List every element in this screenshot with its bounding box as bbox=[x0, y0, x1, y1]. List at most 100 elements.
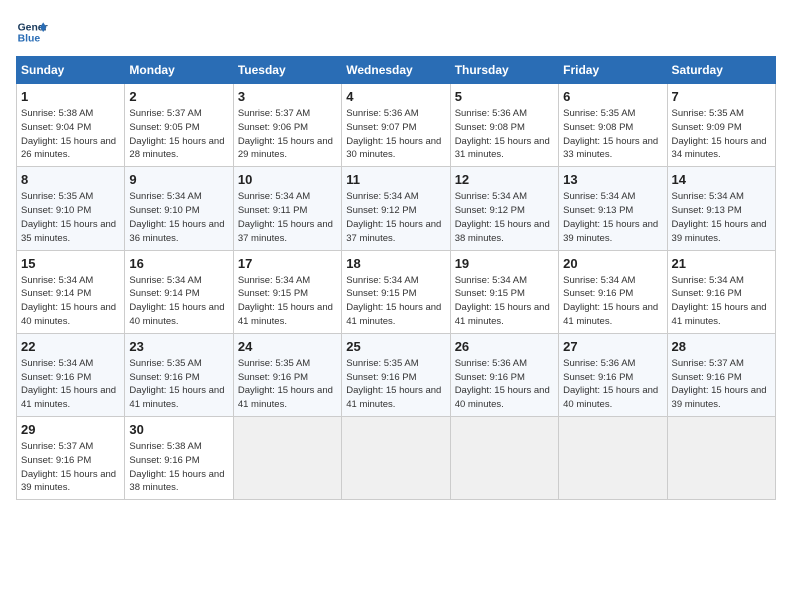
day-info: Sunrise: 5:35 AM Sunset: 9:08 PM Dayligh… bbox=[563, 107, 662, 162]
calendar-cell: 5Sunrise: 5:36 AM Sunset: 9:08 PM Daylig… bbox=[450, 84, 558, 167]
calendar-cell: 17Sunrise: 5:34 AM Sunset: 9:15 PM Dayli… bbox=[233, 250, 341, 333]
day-number: 3 bbox=[238, 88, 337, 106]
weekday-header: Thursday bbox=[450, 57, 558, 84]
day-number: 8 bbox=[21, 171, 120, 189]
day-info: Sunrise: 5:34 AM Sunset: 9:13 PM Dayligh… bbox=[563, 190, 662, 245]
calendar-week-row: 8Sunrise: 5:35 AM Sunset: 9:10 PM Daylig… bbox=[17, 167, 776, 250]
calendar-week-row: 1Sunrise: 5:38 AM Sunset: 9:04 PM Daylig… bbox=[17, 84, 776, 167]
calendar-cell: 16Sunrise: 5:34 AM Sunset: 9:14 PM Dayli… bbox=[125, 250, 233, 333]
calendar-cell: 8Sunrise: 5:35 AM Sunset: 9:10 PM Daylig… bbox=[17, 167, 125, 250]
calendar-cell: 24Sunrise: 5:35 AM Sunset: 9:16 PM Dayli… bbox=[233, 333, 341, 416]
calendar-cell bbox=[667, 417, 775, 500]
day-number: 20 bbox=[563, 255, 662, 273]
calendar-cell: 7Sunrise: 5:35 AM Sunset: 9:09 PM Daylig… bbox=[667, 84, 775, 167]
page-header: General Blue bbox=[16, 16, 776, 48]
day-info: Sunrise: 5:35 AM Sunset: 9:10 PM Dayligh… bbox=[21, 190, 120, 245]
weekday-header: Sunday bbox=[17, 57, 125, 84]
day-info: Sunrise: 5:37 AM Sunset: 9:16 PM Dayligh… bbox=[672, 357, 771, 412]
weekday-header-row: SundayMondayTuesdayWednesdayThursdayFrid… bbox=[17, 57, 776, 84]
calendar-cell: 19Sunrise: 5:34 AM Sunset: 9:15 PM Dayli… bbox=[450, 250, 558, 333]
day-info: Sunrise: 5:34 AM Sunset: 9:16 PM Dayligh… bbox=[672, 274, 771, 329]
weekday-header: Tuesday bbox=[233, 57, 341, 84]
day-info: Sunrise: 5:38 AM Sunset: 9:04 PM Dayligh… bbox=[21, 107, 120, 162]
calendar-cell: 20Sunrise: 5:34 AM Sunset: 9:16 PM Dayli… bbox=[559, 250, 667, 333]
day-info: Sunrise: 5:37 AM Sunset: 9:06 PM Dayligh… bbox=[238, 107, 337, 162]
svg-text:Blue: Blue bbox=[18, 34, 41, 45]
day-number: 24 bbox=[238, 338, 337, 356]
day-number: 18 bbox=[346, 255, 445, 273]
day-info: Sunrise: 5:34 AM Sunset: 9:11 PM Dayligh… bbox=[238, 190, 337, 245]
day-number: 9 bbox=[129, 171, 228, 189]
calendar-cell: 10Sunrise: 5:34 AM Sunset: 9:11 PM Dayli… bbox=[233, 167, 341, 250]
calendar-cell bbox=[450, 417, 558, 500]
day-number: 7 bbox=[672, 88, 771, 106]
calendar-cell bbox=[342, 417, 450, 500]
day-info: Sunrise: 5:37 AM Sunset: 9:05 PM Dayligh… bbox=[129, 107, 228, 162]
day-info: Sunrise: 5:34 AM Sunset: 9:14 PM Dayligh… bbox=[129, 274, 228, 329]
calendar-cell: 26Sunrise: 5:36 AM Sunset: 9:16 PM Dayli… bbox=[450, 333, 558, 416]
calendar-cell: 21Sunrise: 5:34 AM Sunset: 9:16 PM Dayli… bbox=[667, 250, 775, 333]
day-info: Sunrise: 5:34 AM Sunset: 9:15 PM Dayligh… bbox=[455, 274, 554, 329]
calendar-week-row: 15Sunrise: 5:34 AM Sunset: 9:14 PM Dayli… bbox=[17, 250, 776, 333]
day-info: Sunrise: 5:34 AM Sunset: 9:13 PM Dayligh… bbox=[672, 190, 771, 245]
day-info: Sunrise: 5:34 AM Sunset: 9:16 PM Dayligh… bbox=[563, 274, 662, 329]
day-number: 16 bbox=[129, 255, 228, 273]
calendar-cell: 27Sunrise: 5:36 AM Sunset: 9:16 PM Dayli… bbox=[559, 333, 667, 416]
day-number: 4 bbox=[346, 88, 445, 106]
logo: General Blue bbox=[16, 16, 48, 48]
day-info: Sunrise: 5:34 AM Sunset: 9:14 PM Dayligh… bbox=[21, 274, 120, 329]
calendar-table: SundayMondayTuesdayWednesdayThursdayFrid… bbox=[16, 56, 776, 500]
day-info: Sunrise: 5:34 AM Sunset: 9:12 PM Dayligh… bbox=[346, 190, 445, 245]
logo-icon: General Blue bbox=[16, 16, 48, 48]
day-number: 29 bbox=[21, 421, 120, 439]
day-info: Sunrise: 5:36 AM Sunset: 9:08 PM Dayligh… bbox=[455, 107, 554, 162]
day-number: 21 bbox=[672, 255, 771, 273]
calendar-cell: 2Sunrise: 5:37 AM Sunset: 9:05 PM Daylig… bbox=[125, 84, 233, 167]
day-number: 15 bbox=[21, 255, 120, 273]
calendar-cell: 6Sunrise: 5:35 AM Sunset: 9:08 PM Daylig… bbox=[559, 84, 667, 167]
calendar-cell: 9Sunrise: 5:34 AM Sunset: 9:10 PM Daylig… bbox=[125, 167, 233, 250]
day-info: Sunrise: 5:35 AM Sunset: 9:16 PM Dayligh… bbox=[129, 357, 228, 412]
calendar-cell: 4Sunrise: 5:36 AM Sunset: 9:07 PM Daylig… bbox=[342, 84, 450, 167]
day-number: 19 bbox=[455, 255, 554, 273]
day-number: 11 bbox=[346, 171, 445, 189]
day-number: 17 bbox=[238, 255, 337, 273]
day-info: Sunrise: 5:34 AM Sunset: 9:15 PM Dayligh… bbox=[346, 274, 445, 329]
calendar-cell: 23Sunrise: 5:35 AM Sunset: 9:16 PM Dayli… bbox=[125, 333, 233, 416]
calendar-cell: 13Sunrise: 5:34 AM Sunset: 9:13 PM Dayli… bbox=[559, 167, 667, 250]
calendar-cell: 29Sunrise: 5:37 AM Sunset: 9:16 PM Dayli… bbox=[17, 417, 125, 500]
day-info: Sunrise: 5:36 AM Sunset: 9:07 PM Dayligh… bbox=[346, 107, 445, 162]
calendar-cell: 18Sunrise: 5:34 AM Sunset: 9:15 PM Dayli… bbox=[342, 250, 450, 333]
day-info: Sunrise: 5:35 AM Sunset: 9:16 PM Dayligh… bbox=[238, 357, 337, 412]
day-number: 5 bbox=[455, 88, 554, 106]
day-number: 30 bbox=[129, 421, 228, 439]
calendar-cell: 22Sunrise: 5:34 AM Sunset: 9:16 PM Dayli… bbox=[17, 333, 125, 416]
day-number: 28 bbox=[672, 338, 771, 356]
calendar-cell: 28Sunrise: 5:37 AM Sunset: 9:16 PM Dayli… bbox=[667, 333, 775, 416]
day-number: 22 bbox=[21, 338, 120, 356]
calendar-cell: 14Sunrise: 5:34 AM Sunset: 9:13 PM Dayli… bbox=[667, 167, 775, 250]
day-info: Sunrise: 5:36 AM Sunset: 9:16 PM Dayligh… bbox=[455, 357, 554, 412]
day-number: 2 bbox=[129, 88, 228, 106]
weekday-header: Friday bbox=[559, 57, 667, 84]
day-number: 12 bbox=[455, 171, 554, 189]
day-info: Sunrise: 5:34 AM Sunset: 9:10 PM Dayligh… bbox=[129, 190, 228, 245]
day-info: Sunrise: 5:35 AM Sunset: 9:16 PM Dayligh… bbox=[346, 357, 445, 412]
day-number: 14 bbox=[672, 171, 771, 189]
day-info: Sunrise: 5:34 AM Sunset: 9:16 PM Dayligh… bbox=[21, 357, 120, 412]
day-info: Sunrise: 5:36 AM Sunset: 9:16 PM Dayligh… bbox=[563, 357, 662, 412]
calendar-cell bbox=[233, 417, 341, 500]
calendar-cell bbox=[559, 417, 667, 500]
day-number: 1 bbox=[21, 88, 120, 106]
calendar-cell: 11Sunrise: 5:34 AM Sunset: 9:12 PM Dayli… bbox=[342, 167, 450, 250]
day-number: 27 bbox=[563, 338, 662, 356]
calendar-cell: 15Sunrise: 5:34 AM Sunset: 9:14 PM Dayli… bbox=[17, 250, 125, 333]
day-number: 23 bbox=[129, 338, 228, 356]
day-number: 25 bbox=[346, 338, 445, 356]
day-number: 13 bbox=[563, 171, 662, 189]
day-info: Sunrise: 5:35 AM Sunset: 9:09 PM Dayligh… bbox=[672, 107, 771, 162]
day-info: Sunrise: 5:34 AM Sunset: 9:15 PM Dayligh… bbox=[238, 274, 337, 329]
calendar-week-row: 29Sunrise: 5:37 AM Sunset: 9:16 PM Dayli… bbox=[17, 417, 776, 500]
calendar-cell: 3Sunrise: 5:37 AM Sunset: 9:06 PM Daylig… bbox=[233, 84, 341, 167]
weekday-header: Saturday bbox=[667, 57, 775, 84]
